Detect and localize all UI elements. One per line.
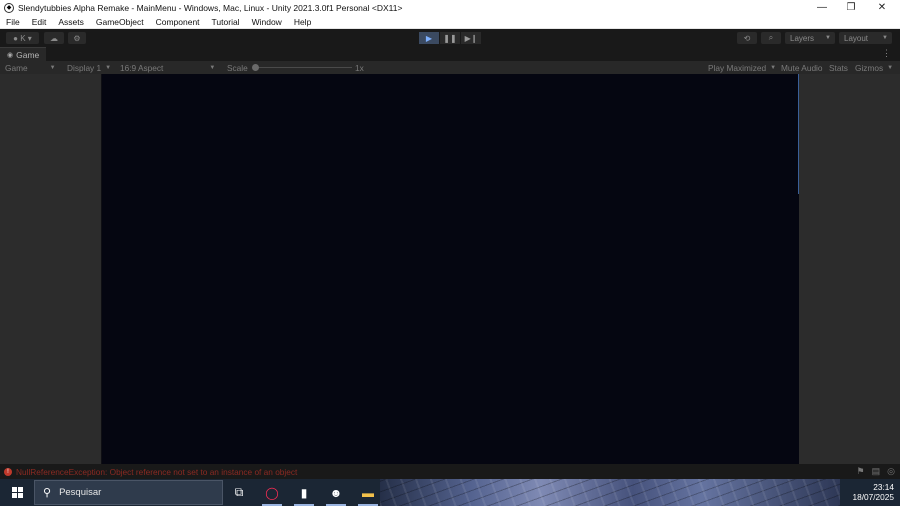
more-options-icon[interactable]: ⋮ [882,48,891,59]
play-maximized-label: Play Maximized [708,62,767,73]
chevron-down-icon: ▾ [25,33,32,43]
menu-assets[interactable]: Assets [52,17,90,27]
layout-dropdown[interactable]: Layout ▼ [839,32,892,44]
game-view-panel [0,74,900,464]
desktop-wallpaper-texture [380,479,840,506]
main-toolbar: ● K ▾ ☁ ⚙ ▶ ❚❚ ▶❙ ⟲ ⌕ Layers ▼ Layout ▼ [0,29,900,47]
collab-button[interactable]: ⚙ [68,32,86,44]
scale-value: 1x [355,62,364,73]
menu-file[interactable]: File [0,17,26,27]
tab-game-label: Game [16,49,40,60]
taskbar-search-box[interactable]: ⚲ Pesquisar [34,480,223,505]
game-render-canvas[interactable] [101,74,799,464]
unity-app-icon: ☻ [329,485,343,500]
progress-icon[interactable]: ▤ [872,466,881,477]
search-button[interactable]: ⌕ [761,32,781,44]
taskbar-app-opera[interactable]: ◯ [256,479,288,506]
gizmos-label: Gizmos [855,62,884,73]
status-message: NullReferenceException: Object reference… [16,466,298,477]
system-clock[interactable]: 23:14 18/07/2025 [852,482,894,502]
window-title: Slendytubbies Alpha Remake - MainMenu - … [18,2,403,13]
menu-tutorial[interactable]: Tutorial [206,17,246,27]
status-icons: ⚑ ▤ ◎ [857,466,895,477]
layout-label: Layout [844,33,869,43]
step-button[interactable]: ▶❙ [461,32,481,44]
scale-label: Scale [227,62,248,73]
canvas-edge-highlight [798,74,799,194]
error-icon: ! [4,467,12,476]
folder-icon: ▬ [362,485,374,500]
gamepad-icon: ◉ [7,51,14,59]
stats-toggle[interactable]: Stats [829,62,848,73]
scale-slider-handle[interactable] [252,64,259,71]
taskbar-app-notepad[interactable]: ▮ [288,479,320,506]
taskbar-app-explorer[interactable]: ▬ [352,479,384,506]
display-label: Display 1 [67,62,102,73]
chevron-down-icon: ▼ [770,64,777,71]
start-button[interactable] [0,479,34,506]
collab-icon: ⚙ [73,33,81,43]
view-select-dropdown[interactable]: Game ▼ [5,62,60,73]
menu-window[interactable]: Window [246,17,288,27]
mute-audio-toggle[interactable]: Mute Audio [781,62,823,73]
minimize-button[interactable]: — [806,0,838,15]
network-icon[interactable]: ⚑ [857,466,865,477]
play-maximized-dropdown[interactable]: Play Maximized ▼ [708,62,776,73]
task-view-icon: ⧉ [234,485,244,499]
aspect-label: 16:9 Aspect [120,62,164,73]
menu-gameobject[interactable]: GameObject [90,17,150,27]
aspect-dropdown[interactable]: 16:9 Aspect ▼ [120,62,222,73]
window-title-bar: ◆ Slendytubbies Alpha Remake - MainMenu … [0,0,900,15]
chevron-down-icon: ▼ [105,64,112,71]
close-button[interactable]: ✕ [866,0,898,15]
search-icon: ⚲ [43,487,52,499]
game-view-toolbar: Game ▼ Display 1 ▼ 16:9 Aspect ▼ Scale 1… [0,61,900,74]
gizmos-dropdown[interactable]: Gizmos ▼ [855,62,893,73]
clock-date: 18/07/2025 [852,492,894,502]
clock-time: 23:14 [873,482,894,492]
menu-component[interactable]: Component [150,17,206,27]
chevron-down-icon: ▼ [49,64,56,71]
cloud-button[interactable]: ☁ [44,32,64,44]
history-icon: ⟲ [743,33,751,43]
document-icon: ▮ [300,485,308,500]
windows-taskbar: ⚲ Pesquisar ⧉ ◯ ▮ ☻ ▬ 23:14 18/07/2025 [0,479,900,506]
menu-help[interactable]: Help [288,17,317,27]
unity-logo-icon: ◆ [4,2,14,13]
cloud-icon: ☁ [50,33,58,43]
layers-dropdown[interactable]: Layers ▼ [785,32,835,44]
chevron-down-icon: ▼ [209,64,216,71]
layers-label: Layers [790,33,815,43]
play-controls: ▶ ❚❚ ▶❙ [419,32,481,44]
step-icon: ▶❙ [464,33,478,43]
menu-bar: File Edit Assets GameObject Component Tu… [0,15,900,29]
console-status-bar[interactable]: ! NullReferenceException: Object referen… [0,464,900,479]
search-placeholder: Pesquisar [59,487,102,498]
account-icon: ● [13,33,21,43]
settings-icon[interactable]: ◎ [887,466,895,477]
view-select-label: Game [5,62,28,73]
task-view-button[interactable]: ⧉ [223,479,255,506]
search-icon: ⌕ [768,33,774,42]
chevron-down-icon: ▼ [825,35,831,41]
tab-bar: ◉ Game ⋮ [0,47,900,61]
pause-icon: ❚❚ [443,33,457,43]
opera-icon: ◯ [265,485,279,500]
play-icon: ▶ [425,33,433,43]
menu-edit[interactable]: Edit [26,17,53,27]
pause-button[interactable]: ❚❚ [440,32,460,44]
play-button[interactable]: ▶ [419,32,439,44]
windows-logo-icon [11,487,23,498]
account-dropdown[interactable]: ● K ▾ [6,32,39,44]
taskbar-app-unity[interactable]: ☻ [320,479,352,506]
scale-slider-track[interactable] [257,67,352,68]
tab-game[interactable]: ◉ Game [0,47,46,61]
display-dropdown[interactable]: Display 1 ▼ [67,62,115,73]
chevron-down-icon: ▼ [882,35,888,41]
chevron-down-icon: ▼ [887,64,894,71]
restore-button[interactable]: ❐ [835,0,867,15]
history-button[interactable]: ⟲ [737,32,757,44]
